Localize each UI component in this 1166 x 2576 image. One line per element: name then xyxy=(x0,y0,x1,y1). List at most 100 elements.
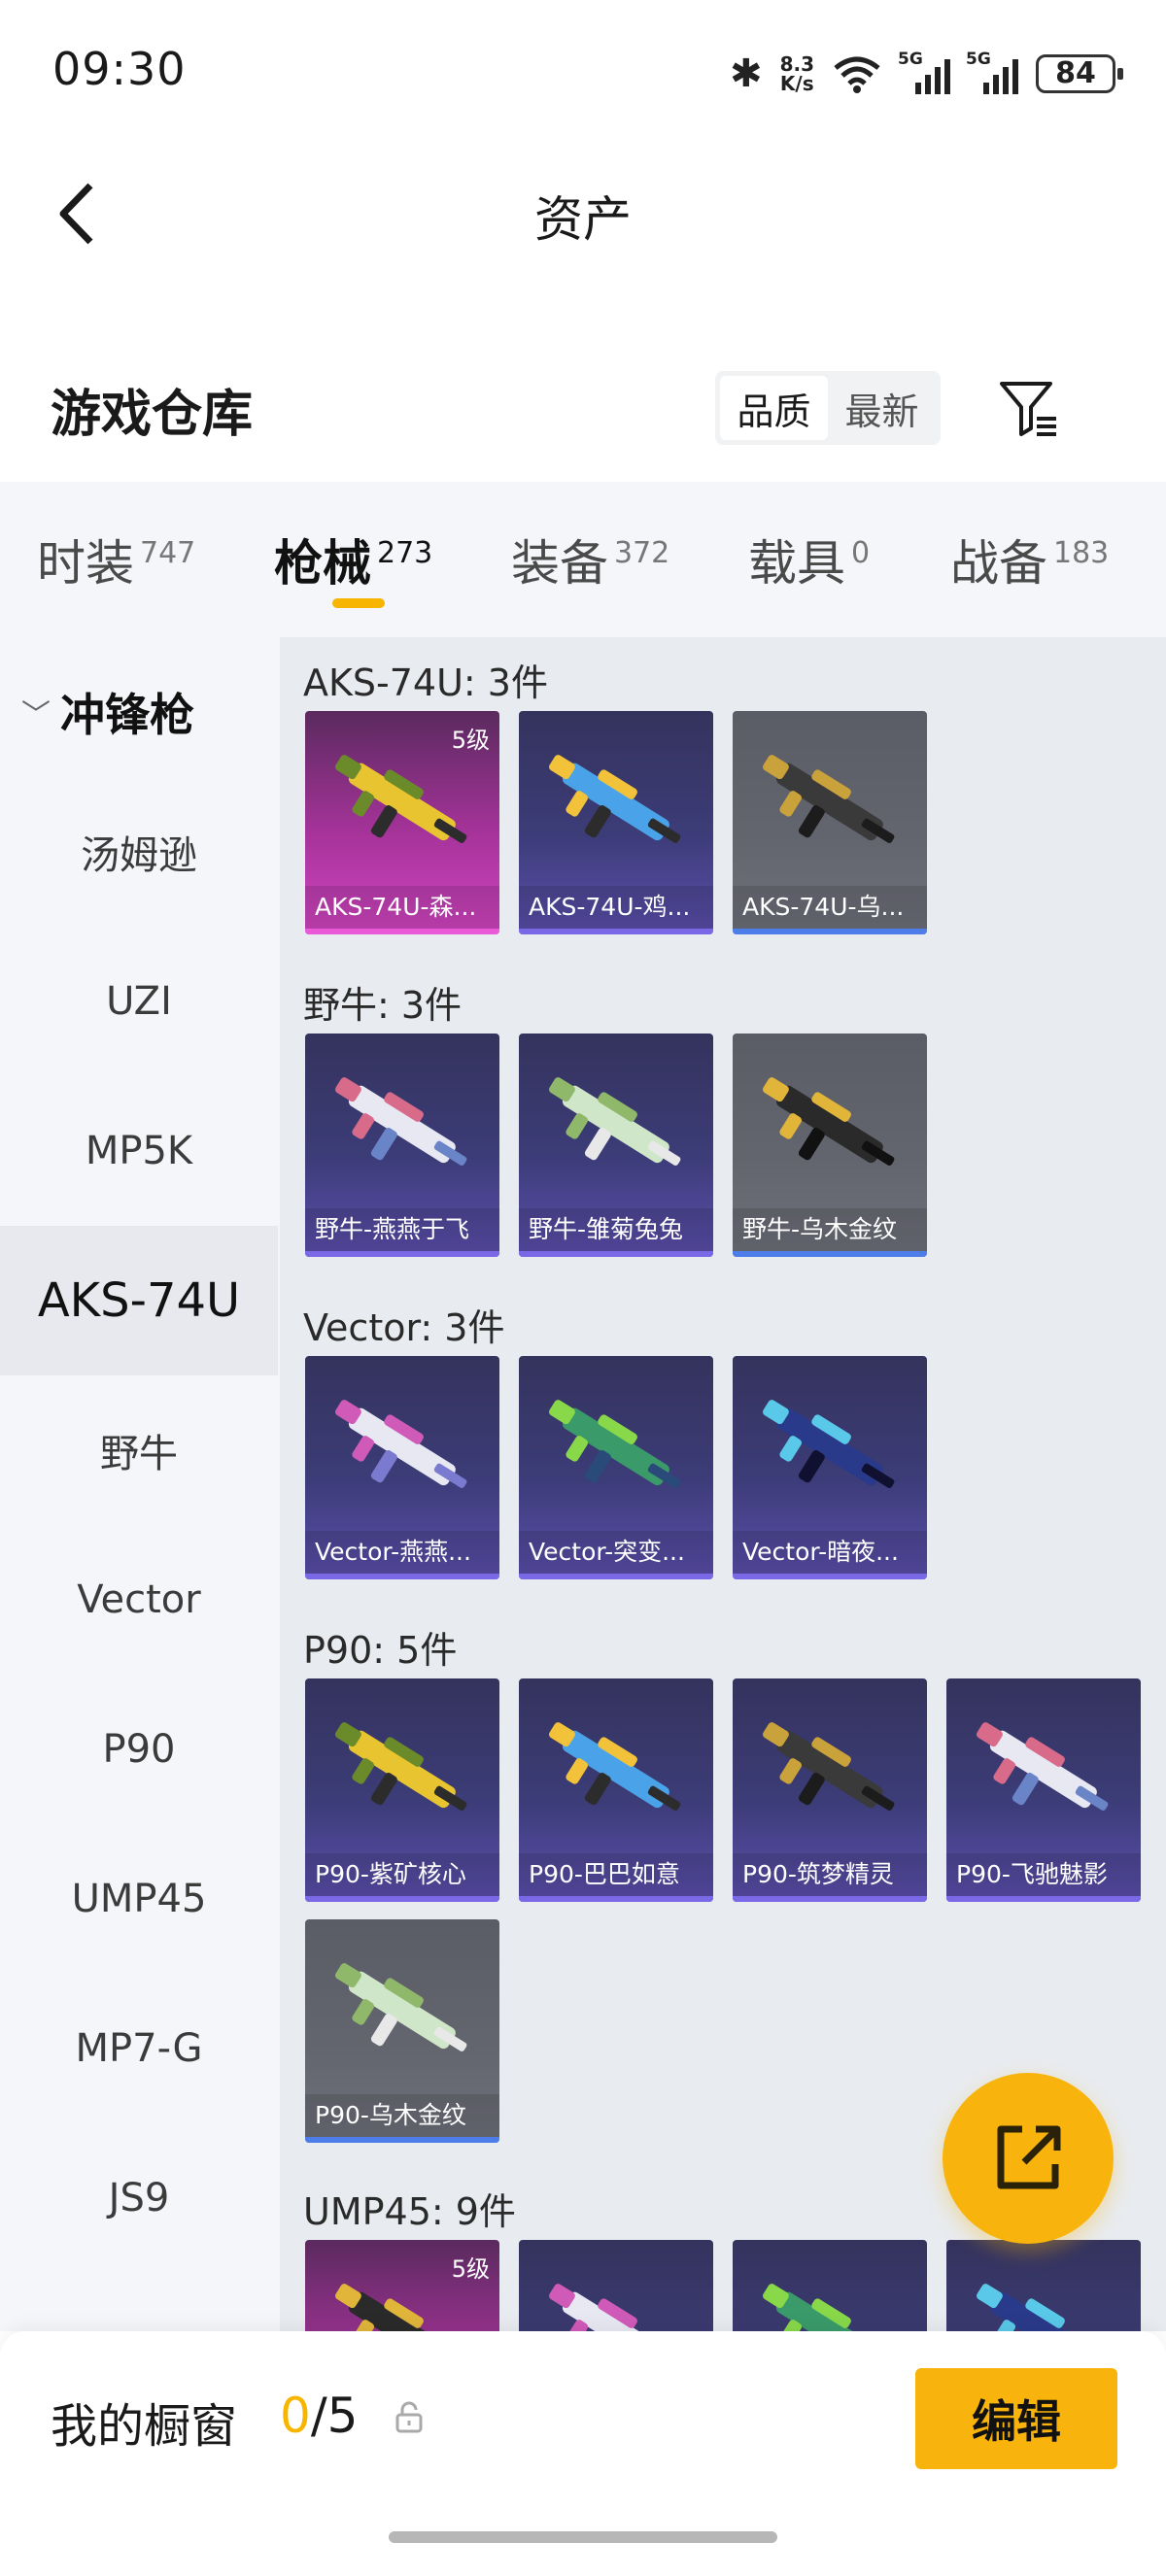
warehouse-title: 游戏仓库 xyxy=(51,386,254,444)
item-name: P90-乌木金纹 xyxy=(305,2094,499,2137)
tab-equipment-label: 装备 xyxy=(511,535,608,592)
sidebar-item-uzi[interactable]: UZI xyxy=(0,927,278,1076)
item-card[interactable] xyxy=(946,2240,1141,2331)
rarity-accent-bar xyxy=(519,1574,713,1579)
tab-equipment-count: 372 xyxy=(614,536,670,570)
weapon-image xyxy=(763,1400,895,1488)
tab-fashion-label: 时装 xyxy=(37,535,134,592)
item-card[interactable]: AKS-74U-乌... xyxy=(733,711,927,934)
tab-firearms[interactable]: 枪械 273 xyxy=(274,525,432,593)
tab-fashion-count: 747 xyxy=(140,536,196,570)
weapon-image xyxy=(763,2284,883,2331)
item-card[interactable]: P90-乌木金纹 xyxy=(305,1919,499,2143)
item-name: P90-筑梦精灵 xyxy=(733,1853,927,1896)
item-name: AKS-74U-鸡... xyxy=(519,886,713,929)
cell-signal-1-icon: 5G xyxy=(898,50,950,94)
tab-equipment[interactable]: 装备 372 xyxy=(511,525,669,593)
item-card[interactable]: 野牛-燕燕于飞 xyxy=(305,1034,499,1257)
item-card[interactable]: 5级 AKS-74U-森... xyxy=(305,711,499,934)
share-external-icon xyxy=(997,2125,1061,2189)
showcase-total: 5 xyxy=(326,2388,359,2444)
weapon-image xyxy=(549,1400,681,1488)
showcase-label: 我的橱窗 xyxy=(51,2399,238,2454)
back-button[interactable] xyxy=(43,175,111,253)
item-card[interactable]: 野牛-乌木金纹 xyxy=(733,1034,927,1257)
weapon-image xyxy=(335,1400,467,1488)
rarity-accent-bar xyxy=(305,2137,499,2143)
status-time: 09:30 xyxy=(52,43,187,95)
sidebar-item-mp5k[interactable]: MP5K xyxy=(0,1076,278,1226)
tab-combat-supplies-label: 战备 xyxy=(950,535,1047,592)
item-card[interactable]: Vector-燕燕... xyxy=(305,1356,499,1579)
showcase-current: 0 xyxy=(280,2388,311,2444)
sidebar-item-mp7g[interactable]: MP7-G xyxy=(0,1974,278,2123)
item-name: Vector-燕燕... xyxy=(305,1531,499,1574)
wifi-icon xyxy=(834,56,880,93)
weapon-image xyxy=(335,1963,467,2051)
item-name: AKS-74U-乌... xyxy=(733,886,927,929)
network-speed: 8.3 K/s xyxy=(780,54,814,93)
item-card[interactable]: P90-筑梦精灵 xyxy=(733,1678,927,1902)
group-title-bizon: 野牛: 3件 xyxy=(303,984,463,1027)
rarity-accent-bar xyxy=(305,1574,499,1579)
rarity-accent-bar xyxy=(946,1896,1141,1902)
sidebar-item-thompson[interactable]: 汤姆逊 xyxy=(0,777,278,927)
sidebar-item-p90[interactable]: P90 xyxy=(0,1675,278,1824)
item-card[interactable]: Vector-突变... xyxy=(519,1356,713,1579)
item-card[interactable] xyxy=(733,2240,927,2331)
status-bar: 09:30 ✱ 8.3 K/s 5G 5G 84 xyxy=(0,0,1166,146)
sidebar-item-ump45[interactable]: UMP45 xyxy=(0,1824,278,1974)
tab-combat-supplies[interactable]: 战备 183 xyxy=(950,525,1109,593)
item-level-badge: 5级 xyxy=(451,2255,490,2283)
group-title-aks74u: AKS-74U: 3件 xyxy=(303,661,548,704)
sidebar-item-vector[interactable]: Vector xyxy=(0,1525,278,1675)
item-card[interactable]: 野牛-雏菊兔兔 xyxy=(519,1034,713,1257)
weapon-image xyxy=(335,1722,467,1811)
sidebar-category-label: 冲锋枪 xyxy=(60,689,194,741)
weapon-image xyxy=(763,1077,895,1166)
item-card[interactable]: Vector-暗夜... xyxy=(733,1356,927,1579)
bluetooth-icon: ✱ xyxy=(730,51,763,96)
weapon-image xyxy=(335,1077,467,1166)
sim2-label: 5G xyxy=(966,50,991,69)
rarity-accent-bar xyxy=(519,929,713,934)
item-name: Vector-暗夜... xyxy=(733,1531,927,1574)
item-card[interactable] xyxy=(519,2240,713,2331)
weapon-image xyxy=(763,1722,895,1811)
cell-signal-2-icon: 5G xyxy=(966,50,1018,94)
share-button[interactable] xyxy=(943,2073,1114,2244)
sort-option-latest[interactable]: 最新 xyxy=(828,376,936,440)
item-name: 野牛-燕燕于飞 xyxy=(305,1208,499,1251)
page-title: 资产 xyxy=(534,191,632,248)
sidebar-item-bizon[interactable]: 野牛 xyxy=(0,1375,278,1525)
item-card[interactable]: P90-巴巴如意 xyxy=(519,1678,713,1902)
filter-button[interactable] xyxy=(995,369,1063,447)
sim1-label: 5G xyxy=(898,50,923,69)
sidebar-item-aks74u[interactable]: AKS-74U xyxy=(0,1226,278,1375)
item-name: P90-紫矿核心 xyxy=(305,1853,499,1896)
item-name: P90-巴巴如意 xyxy=(519,1853,713,1896)
item-card[interactable]: P90-紫矿核心 xyxy=(305,1678,499,1902)
weapon-image xyxy=(549,1722,681,1811)
item-card[interactable]: AKS-74U-鸡... xyxy=(519,711,713,934)
sort-toggle: 品质 最新 xyxy=(715,371,941,445)
tab-vehicles[interactable]: 载具 0 xyxy=(748,525,870,593)
sidebar-category-smg[interactable]: ﹀ 冲锋枪 xyxy=(21,680,194,744)
rarity-accent-bar xyxy=(519,1251,713,1257)
tab-firearms-label: 枪械 xyxy=(274,535,371,592)
weapon-image xyxy=(549,1077,681,1166)
rarity-accent-bar xyxy=(733,1574,927,1579)
home-indicator[interactable] xyxy=(389,2531,777,2543)
sidebar-item-js9[interactable]: JS9 xyxy=(0,2123,278,2273)
tab-fashion[interactable]: 时装 747 xyxy=(37,525,195,593)
item-card[interactable]: 5级 xyxy=(305,2240,499,2331)
sort-option-quality[interactable]: 品质 xyxy=(720,376,828,440)
edit-button[interactable]: 编辑 xyxy=(915,2368,1117,2469)
item-card[interactable]: P90-飞驰魅影 xyxy=(946,1678,1141,1902)
rarity-accent-bar xyxy=(733,1251,927,1257)
status-icons: ✱ 8.3 K/s 5G 5G 84 xyxy=(730,45,1123,103)
rarity-accent-bar xyxy=(305,929,499,934)
item-name: 野牛-雏菊兔兔 xyxy=(519,1208,713,1251)
tab-vehicles-label: 载具 xyxy=(748,535,845,592)
item-name: Vector-突变... xyxy=(519,1531,713,1574)
